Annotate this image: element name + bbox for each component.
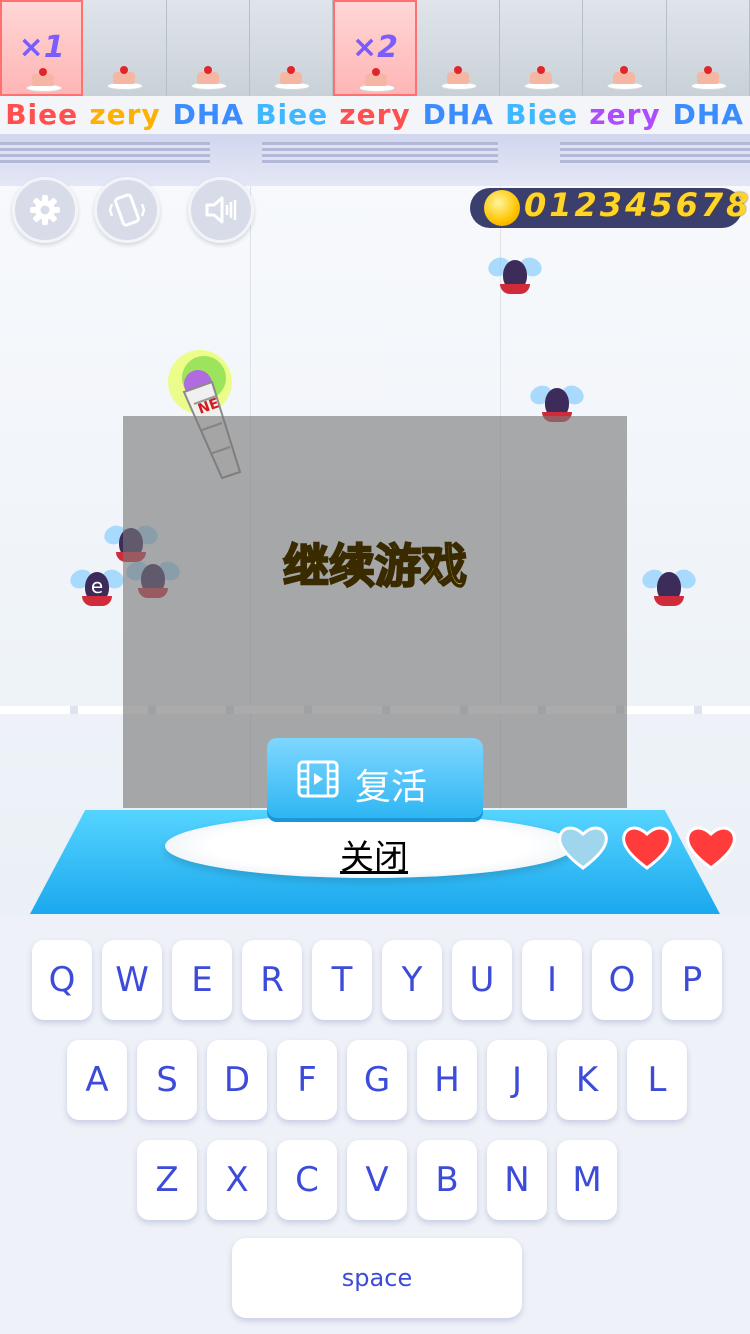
cake-icon bbox=[359, 68, 396, 92]
brand-label: Biee bbox=[505, 98, 579, 131]
key-j[interactable]: J bbox=[487, 1040, 547, 1120]
close-button[interactable]: 关闭 bbox=[340, 830, 408, 879]
key-w[interactable]: W bbox=[102, 940, 162, 1020]
settings-button[interactable] bbox=[12, 177, 78, 243]
strip-cell: ×1 bbox=[0, 0, 84, 96]
key-x[interactable]: X bbox=[207, 1140, 267, 1220]
key-f[interactable]: F bbox=[277, 1040, 337, 1120]
brand-label: DHA bbox=[422, 98, 494, 131]
cake-icon bbox=[440, 66, 477, 90]
key-y[interactable]: Y bbox=[382, 940, 442, 1020]
brand-label: zery bbox=[589, 98, 661, 131]
cake-icon bbox=[26, 68, 62, 92]
key-q[interactable]: Q bbox=[32, 940, 92, 1020]
top-cake-strip: ×1 ×2 bbox=[0, 0, 750, 96]
key-v[interactable]: V bbox=[347, 1140, 407, 1220]
key-t[interactable]: T bbox=[312, 940, 372, 1020]
multiplier-label: ×2 bbox=[351, 30, 398, 65]
brand-label: DHA bbox=[172, 98, 244, 131]
fly[interactable] bbox=[639, 566, 699, 612]
brand-label: Biee bbox=[5, 98, 79, 131]
key-n[interactable]: N bbox=[487, 1140, 547, 1220]
strip-cell bbox=[249, 0, 334, 96]
strip-cell bbox=[416, 0, 500, 96]
key-b[interactable]: B bbox=[417, 1140, 477, 1220]
heart-full-icon bbox=[622, 826, 672, 870]
key-i[interactable]: I bbox=[522, 940, 582, 1020]
heart-full-icon bbox=[686, 826, 736, 870]
brand-label: zery bbox=[339, 98, 411, 131]
key-z[interactable]: Z bbox=[137, 1140, 197, 1220]
multiplier-label: ×1 bbox=[18, 30, 65, 65]
key-r[interactable]: R bbox=[242, 940, 302, 1020]
key-u[interactable]: U bbox=[452, 940, 512, 1020]
phone-shake-icon bbox=[108, 193, 146, 227]
key-m[interactable]: M bbox=[557, 1140, 617, 1220]
key-l[interactable]: L bbox=[627, 1040, 687, 1120]
ceiling bbox=[0, 134, 750, 186]
gold-coin-icon bbox=[484, 190, 520, 226]
key-p[interactable]: P bbox=[662, 940, 722, 1020]
key-c[interactable]: C bbox=[277, 1140, 337, 1220]
brand-label: Biee bbox=[255, 98, 329, 131]
video-film-icon bbox=[297, 760, 339, 798]
key-d[interactable]: D bbox=[207, 1040, 267, 1120]
brand-label: DHA bbox=[672, 98, 744, 131]
strip-cell bbox=[83, 0, 167, 96]
key-e[interactable]: E bbox=[172, 940, 232, 1020]
strip-cell bbox=[666, 0, 750, 96]
strip-cell bbox=[166, 0, 250, 96]
cake-icon bbox=[273, 66, 310, 90]
fly[interactable] bbox=[485, 254, 545, 300]
strip-cell bbox=[583, 0, 667, 96]
key-s[interactable]: S bbox=[137, 1040, 197, 1120]
continue-game-button[interactable]: 继续游戏 bbox=[123, 530, 627, 596]
coin-count: 012345678 bbox=[524, 186, 750, 224]
brand-banner: Biee zery DHA Biee zery DHA Biee zery DH… bbox=[0, 96, 750, 134]
key-o[interactable]: O bbox=[592, 940, 652, 1020]
brand-label: zery bbox=[89, 98, 161, 131]
cake-icon bbox=[607, 66, 644, 90]
revive-label: 复活 bbox=[355, 767, 428, 808]
heart-empty-icon bbox=[558, 826, 608, 870]
speaker-icon bbox=[205, 196, 237, 224]
cake-icon bbox=[190, 66, 227, 90]
gear-icon bbox=[30, 195, 60, 225]
strip-cell bbox=[499, 0, 584, 96]
key-k[interactable]: K bbox=[557, 1040, 617, 1120]
cake-icon bbox=[107, 66, 144, 90]
fly-letter: e bbox=[90, 574, 104, 598]
sound-button[interactable] bbox=[188, 177, 254, 243]
fly[interactable]: e bbox=[67, 566, 127, 612]
cake-icon bbox=[690, 66, 727, 90]
key-a[interactable]: A bbox=[67, 1040, 127, 1120]
cake-icon bbox=[523, 66, 560, 90]
vibration-button[interactable] bbox=[94, 177, 160, 243]
key-g[interactable]: G bbox=[347, 1040, 407, 1120]
space-key[interactable]: space bbox=[232, 1238, 522, 1318]
key-h[interactable]: H bbox=[417, 1040, 477, 1120]
strip-cell: ×2 bbox=[333, 0, 417, 96]
